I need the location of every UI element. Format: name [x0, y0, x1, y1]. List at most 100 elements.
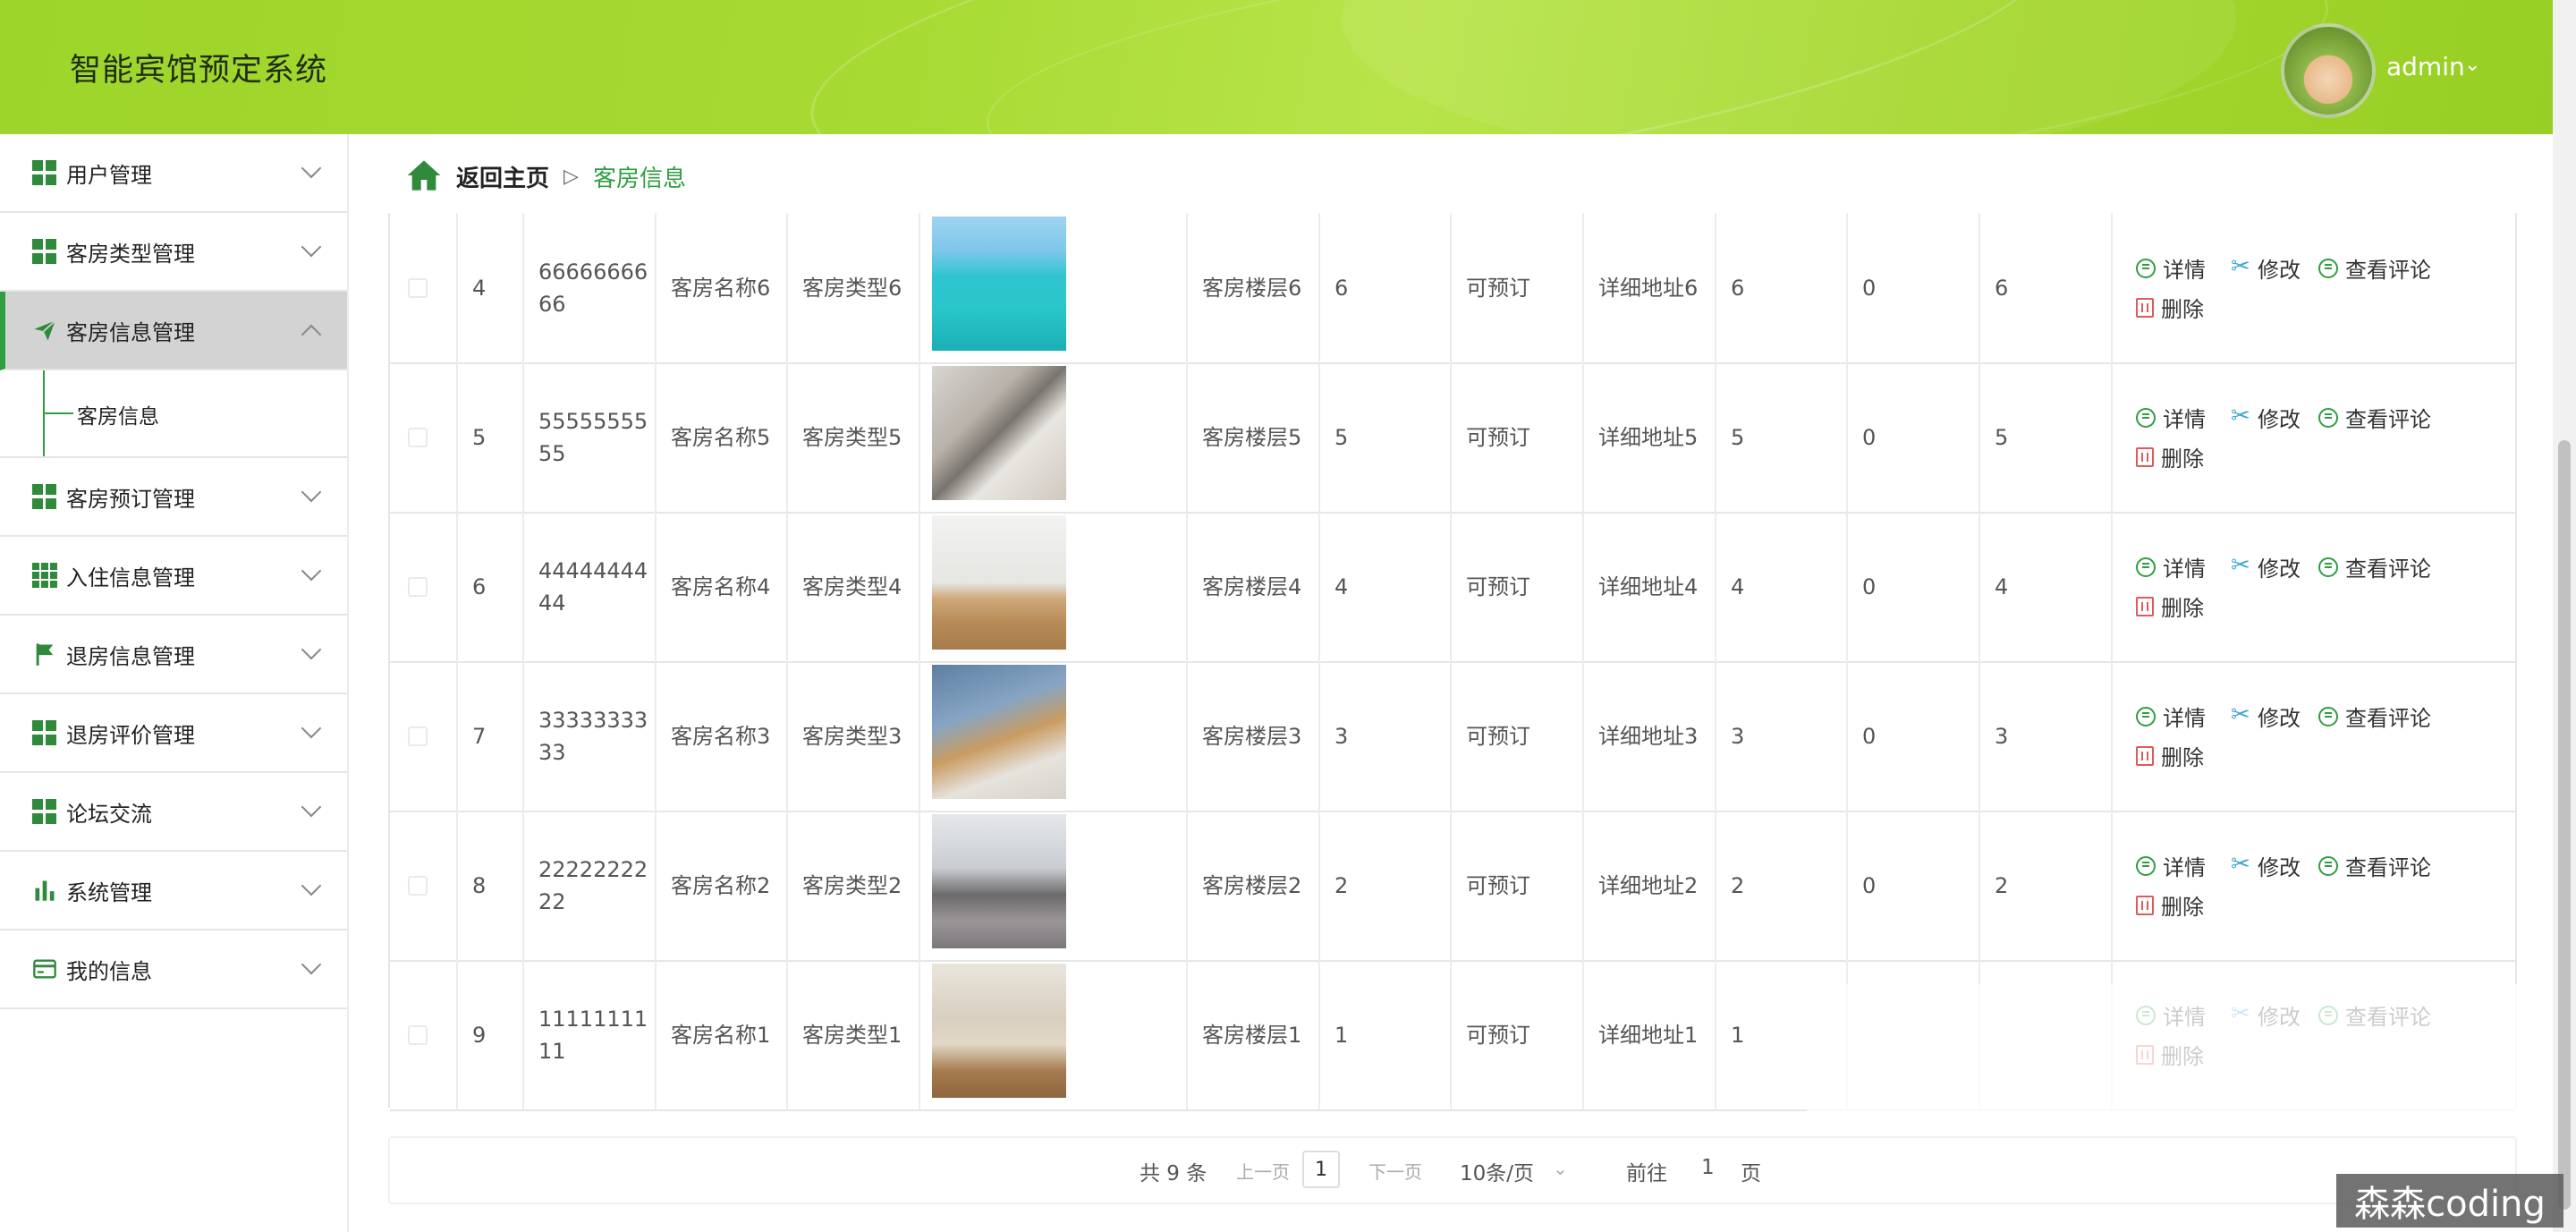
detail-button[interactable]: 详情 — [2136, 701, 2206, 732]
edit-button[interactable]: 修改 — [2231, 850, 2301, 881]
table-cell: 客房类型4 — [788, 512, 920, 661]
table-cell: 4 — [1320, 512, 1452, 661]
row-checkbox[interactable] — [408, 876, 428, 896]
sidebar-item-checkout-management[interactable]: 退房信息管理 — [0, 616, 347, 694]
table-cell: 详细地址5 — [1584, 362, 1716, 512]
tree-branch — [43, 412, 73, 414]
table-cell: 详情 修改 查看评论删除 — [2113, 213, 2515, 362]
detail-button[interactable]: 详情 — [2136, 850, 2206, 881]
comment-icon — [2318, 407, 2338, 428]
avatar[interactable] — [2281, 23, 2376, 118]
table-cell: 客房名称5 — [657, 362, 788, 512]
table-cell: 客房类型3 — [788, 661, 920, 811]
table-cell: 0 — [1848, 661, 1980, 811]
table-cell: 4 — [1980, 512, 2113, 661]
sidebar-subitem-room-info[interactable]: 客房信息 — [0, 370, 347, 458]
cell-text-a: 2 — [1731, 872, 1745, 898]
table-cell: 详细地址3 — [1584, 661, 1716, 811]
home-icon[interactable] — [404, 157, 444, 193]
sidebar-item-my-info[interactable]: 我的信息 — [0, 930, 347, 1009]
cell-text-index: 5 — [472, 424, 487, 450]
table-cell — [390, 213, 458, 362]
chevron-down-icon[interactable]: ⌄ — [2464, 54, 2480, 76]
table-cell: 3333333333 — [524, 661, 657, 811]
grid-icon — [32, 239, 57, 264]
pagination-page-1[interactable]: 1 — [1302, 1151, 1340, 1188]
pagination-next-button[interactable]: 下一页 — [1368, 1158, 1422, 1184]
view-comments-button[interactable]: 查看评论 — [2318, 402, 2431, 433]
pagination-goto-input[interactable]: 1 — [1701, 1156, 1715, 1179]
page-scrollbar-thumb[interactable] — [2558, 440, 2571, 1210]
table-cell — [920, 960, 1188, 1109]
sidebar-item-user-management[interactable]: 用户管理 — [0, 134, 347, 213]
pagination: 共 9 条 上一页 1 下一页 10条/页 ⌄ 前往 1 页 — [388, 1136, 2517, 1204]
table-cell: 0 — [1848, 362, 1980, 512]
table-cell: 客房名称4 — [657, 512, 788, 661]
edit-button[interactable]: 修改 — [2231, 701, 2301, 732]
table-cell: 9 — [458, 960, 524, 1109]
row-checkbox[interactable] — [408, 1025, 428, 1045]
user-menu-name[interactable]: admin — [2386, 52, 2465, 81]
table-cell: 5 — [1980, 362, 2113, 512]
row-checkbox[interactable] — [408, 726, 428, 746]
table-cell: 客房楼层1 — [1188, 960, 1320, 1109]
row-checkbox[interactable] — [408, 428, 428, 447]
cell-text-name: 客房名称4 — [671, 574, 771, 599]
row-checkbox[interactable] — [408, 577, 428, 597]
detail-button[interactable]: 详情 — [2136, 551, 2206, 582]
breadcrumb-home-link[interactable]: 返回主页 — [456, 160, 549, 193]
view-comments-button[interactable]: 查看评论 — [2318, 850, 2431, 881]
sidebar-item-checkin-management[interactable]: 入住信息管理 — [0, 537, 347, 616]
table-row: 6 4444444444 客房名称4 客房类型4 客房楼层4 4 可预订 详细地址4 4 0 4 详情… — [390, 512, 2515, 663]
sidebar-item-label: 我的信息 — [66, 958, 152, 984]
sidebar-item-booking-management[interactable]: 客房预订管理 — [0, 458, 347, 537]
cell-text-code: 4444444444 — [538, 557, 648, 616]
cell-text-name: 客房名称3 — [671, 723, 771, 749]
cell-text-num: 4 — [1335, 574, 1349, 599]
chevron-down-icon — [301, 796, 322, 818]
delete-button[interactable]: 删除 — [2136, 441, 2204, 472]
pagination-prev-button[interactable]: 上一页 — [1236, 1158, 1290, 1184]
table-cell: 3 — [1320, 661, 1452, 811]
table-cell — [390, 661, 458, 811]
room-photo — [932, 217, 1066, 351]
view-comments-button[interactable]: 查看评论 — [2318, 551, 2431, 582]
row-checkbox[interactable] — [408, 278, 428, 298]
cell-text-name: 客房名称1 — [671, 1022, 771, 1048]
table-cell — [390, 811, 458, 960]
table-cell: 0 — [1848, 213, 1980, 362]
cell-text-c: 2 — [1995, 872, 2009, 898]
sidebar-item-forum[interactable]: 论坛交流 — [0, 773, 347, 852]
comment-icon — [2318, 557, 2338, 577]
delete-button[interactable]: 删除 — [2136, 740, 2204, 771]
view-comments-button[interactable]: 查看评论 — [2318, 252, 2431, 284]
edit-button[interactable]: 修改 — [2231, 551, 2301, 582]
room-photo — [932, 515, 1066, 650]
edit-button[interactable]: 修改 — [2231, 402, 2301, 433]
grid-icon — [32, 799, 57, 824]
chevron-down-icon[interactable]: ⌄ — [1553, 1158, 1568, 1179]
edit-button[interactable]: 修改 — [2231, 252, 2301, 284]
table-cell: 详细地址6 — [1584, 213, 1716, 362]
page-size-select[interactable]: 10条/页 — [1460, 1156, 1534, 1186]
sidebar-item-room-info-management[interactable]: 客房信息管理 — [0, 292, 347, 370]
view-comments-button[interactable]: 查看评论 — [2318, 701, 2431, 732]
sidebar-item-system-management[interactable]: 系统管理 — [0, 852, 347, 930]
sidebar-item-review-management[interactable]: 退房评价管理 — [0, 694, 347, 773]
detail-button[interactable]: 详情 — [2136, 252, 2206, 284]
cell-text-type: 客房类型2 — [802, 872, 902, 898]
table-cell: 7 — [458, 661, 524, 811]
cell-text-address: 详细地址1 — [1598, 1022, 1699, 1048]
delete-button[interactable]: 删除 — [2136, 591, 2204, 622]
detail-button[interactable]: 详情 — [2136, 402, 2206, 433]
delete-button[interactable]: 删除 — [2136, 292, 2204, 323]
delete-button[interactable]: 删除 — [2136, 889, 2204, 921]
table-cell — [920, 811, 1188, 960]
sidebar-item-room-type-management[interactable]: 客房类型管理 — [0, 213, 347, 292]
sidebar-item-label: 客房类型管理 — [66, 241, 195, 267]
action-label: 详情 — [2163, 407, 2206, 432]
room-photo — [932, 366, 1066, 500]
action-label: 删除 — [2161, 596, 2204, 621]
cell-text-num: 1 — [1335, 1022, 1349, 1048]
wrench-icon — [2231, 851, 2250, 878]
